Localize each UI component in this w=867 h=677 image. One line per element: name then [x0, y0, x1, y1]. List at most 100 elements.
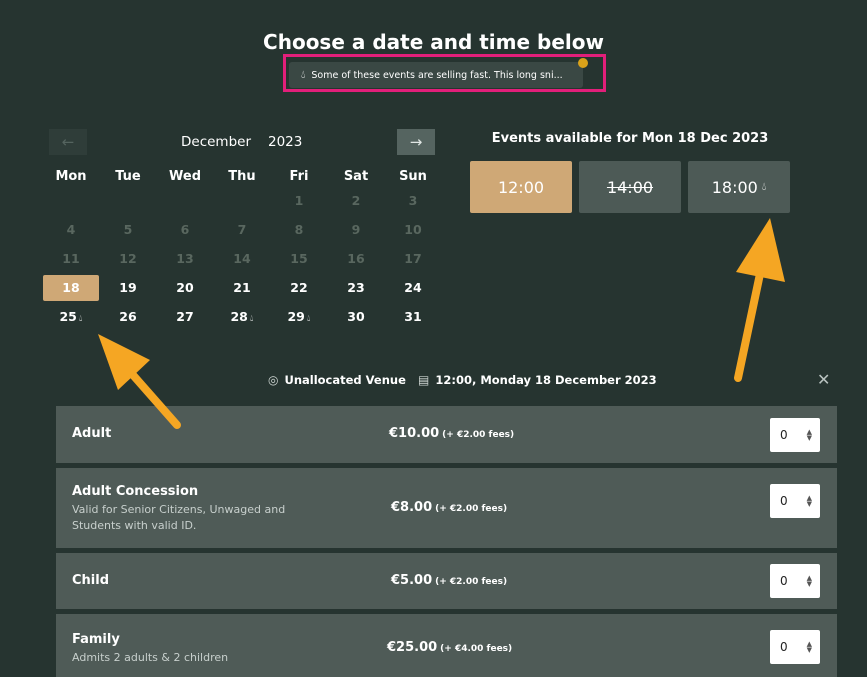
day-number: 30	[347, 309, 365, 324]
ticket-name: Child	[72, 573, 110, 588]
day-number: 8	[294, 222, 304, 237]
close-icon[interactable]: ✕	[817, 370, 830, 389]
day-number: 2	[351, 193, 361, 208]
weekday-label: Wed	[169, 169, 201, 184]
calendar-day[interactable]: 20	[157, 275, 213, 301]
fees-label: (+ €2.00 fees)	[435, 504, 508, 514]
calendar-day: 17	[385, 246, 441, 272]
calendar-day: 16	[328, 246, 384, 272]
calendar-day[interactable]: 22	[271, 275, 327, 301]
day-number: 6	[180, 222, 190, 237]
calendar-day[interactable]: 21	[214, 275, 270, 301]
location-pin-icon: ◎	[268, 373, 279, 387]
year-label: 2023	[268, 134, 303, 150]
day-number: 17	[404, 251, 422, 266]
event-time-button[interactable]: 18:00 💧︎	[688, 161, 790, 213]
quantity-value: 0	[780, 640, 788, 654]
calendar-day: 15	[271, 246, 327, 272]
quantity-value: 0	[780, 574, 788, 588]
ticket-row: Adult Concession Valid for Senior Citize…	[56, 468, 837, 548]
day-number: 21	[233, 280, 251, 295]
day-number: 27	[176, 309, 194, 324]
calendar-day: 12	[100, 246, 156, 272]
day-number: 29	[287, 309, 305, 324]
weekday-label: Thu	[228, 169, 256, 184]
annotation-arrow	[734, 218, 785, 382]
calendar-day[interactable]: 19	[100, 275, 156, 301]
ticket-price: €10.00 (+ €2.00 fees)	[389, 426, 514, 441]
fire-icon: 💧︎	[78, 314, 83, 324]
venue-info: ◎ Unallocated Venue	[268, 373, 406, 387]
page-title: Choose a date and time below	[263, 30, 604, 54]
weekday-label: Sun	[399, 169, 427, 184]
calendar-day: 8	[271, 217, 327, 243]
calendar-day: 4	[43, 217, 99, 243]
ticket-name: Adult Concession	[72, 484, 199, 499]
arrow-left-icon: ←	[61, 133, 75, 151]
day-number: 18	[62, 280, 80, 295]
calendar-day[interactable]: 26	[100, 304, 156, 330]
event-time-button[interactable]: 12:00	[470, 161, 572, 213]
ticket-name: Family	[72, 632, 120, 647]
datetime-info: ▤ 12:00, Monday 18 December 2023	[418, 373, 657, 387]
calendar-day: 11	[43, 246, 99, 272]
day-number: 1	[294, 193, 304, 208]
calendar-day[interactable]: 25 💧︎	[43, 304, 99, 330]
day-number: 11	[62, 251, 80, 266]
quantity-select[interactable]: 0 ▲ ▼	[770, 630, 820, 664]
weekday-label: Mon	[55, 169, 87, 184]
ticket-price: €8.00 (+ €2.00 fees)	[391, 500, 507, 515]
calendar-day[interactable]: 28 💧︎	[214, 304, 270, 330]
stepper-arrows-icon: ▲ ▼	[806, 494, 812, 508]
ticket-description: Valid for Senior Citizens, Unwaged and S…	[72, 503, 286, 532]
ticket-row: Adult €10.00 (+ €2.00 fees) 0 ▲ ▼	[56, 406, 837, 463]
prev-month-button[interactable]: ←	[49, 129, 87, 155]
fees-label: (+ €2.00 fees)	[435, 577, 508, 587]
events-title: Events available for Mon 18 Dec 2023	[491, 131, 769, 146]
selling-fast-alert: 💧︎ Some of these events are selling fast…	[289, 62, 583, 88]
day-number: 16	[347, 251, 365, 266]
day-number: 28	[230, 309, 248, 324]
calendar-day: 9	[328, 217, 384, 243]
day-number: 12	[119, 251, 137, 266]
calendar-day-selected[interactable]: 18	[43, 275, 99, 301]
calendar-day[interactable]: 23	[328, 275, 384, 301]
calendar-icon: ▤	[418, 373, 430, 387]
calendar-day[interactable]: 30	[328, 304, 384, 330]
calendar-day: 14	[214, 246, 270, 272]
day-number: 24	[404, 280, 422, 295]
calendar-day: 13	[157, 246, 213, 272]
day-number: 25	[59, 309, 77, 324]
fire-icon: 💧︎	[306, 314, 311, 324]
venue-label: Unallocated Venue	[284, 373, 406, 387]
stepper-arrows-icon: ▲ ▼	[806, 574, 812, 588]
ticket-price: €25.00 (+ €4.00 fees)	[387, 640, 512, 655]
calendar-day: 7	[214, 217, 270, 243]
calendar-day[interactable]: 24	[385, 275, 441, 301]
calendar-day[interactable]: 27	[157, 304, 213, 330]
stepper-arrows-icon: ▲ ▼	[806, 428, 812, 442]
day-number: 15	[290, 251, 308, 266]
calendar-day: 3	[385, 188, 441, 214]
price-value: €10.00	[389, 426, 440, 441]
quantity-select[interactable]: 0 ▲ ▼	[770, 418, 820, 452]
calendar-day[interactable]: 29 💧︎	[271, 304, 327, 330]
price-value: €25.00	[387, 640, 438, 655]
price-value: €5.00	[391, 573, 433, 588]
weekday-label: Sat	[343, 169, 369, 184]
day-number: 3	[408, 193, 418, 208]
quantity-select[interactable]: 0 ▲ ▼	[770, 564, 820, 598]
fees-label: (+ €2.00 fees)	[442, 430, 515, 440]
day-number: 4	[66, 222, 76, 237]
calendar-day[interactable]: 31	[385, 304, 441, 330]
quantity-select[interactable]: 0 ▲ ▼	[770, 484, 820, 518]
fire-icon: 💧︎	[761, 180, 767, 193]
calendar-day: 2	[328, 188, 384, 214]
ticket-name: Adult	[72, 426, 112, 441]
day-number: 19	[119, 280, 137, 295]
price-value: €8.00	[391, 500, 433, 515]
notification-dot	[578, 58, 588, 68]
next-month-button[interactable]: →	[397, 129, 435, 155]
datetime-label: 12:00, Monday 18 December 2023	[435, 373, 657, 387]
day-number: 22	[290, 280, 308, 295]
